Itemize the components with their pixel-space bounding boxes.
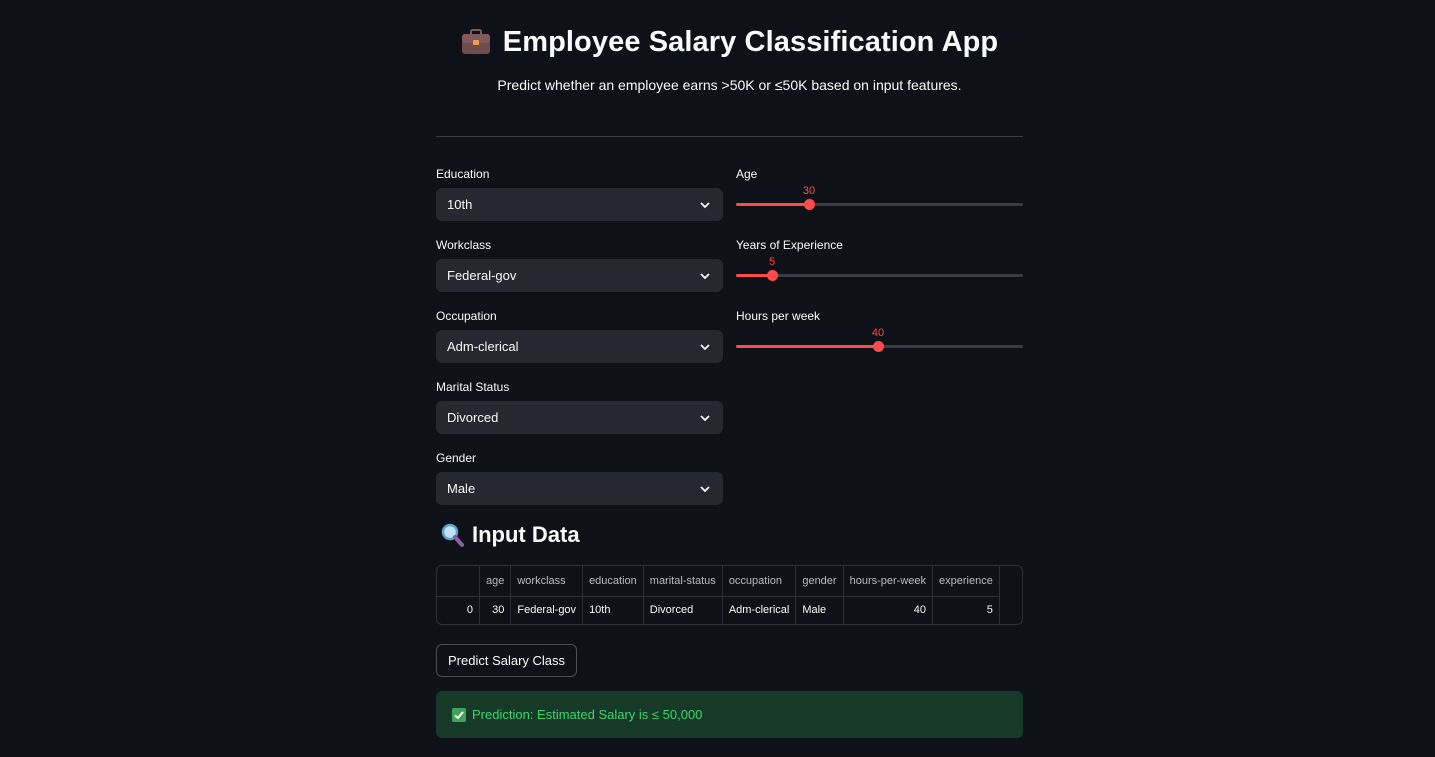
- experience-label: Years of Experience: [736, 238, 843, 252]
- predict-button[interactable]: Predict Salary Class: [436, 644, 578, 677]
- column-header[interactable]: gender: [795, 566, 844, 597]
- gender-field: Gender Male: [436, 451, 723, 521]
- marital-status-value: Divorced: [447, 410, 499, 425]
- chevron-down-icon: [700, 273, 710, 280]
- table-cell[interactable]: 40: [843, 596, 934, 624]
- slider-value: 30: [802, 185, 816, 197]
- slider-thumb[interactable]: [873, 341, 884, 352]
- column-header[interactable]: education: [582, 566, 644, 597]
- page-title: Employee Salary Classification App: [502, 26, 999, 58]
- education-value: 10th: [447, 197, 473, 212]
- slider-fill: [736, 203, 809, 206]
- input-data-heading: Input Data: [472, 522, 580, 547]
- slider-value: 40: [871, 327, 885, 339]
- experience-field: Years of Experience 5: [736, 238, 1023, 308]
- workclass-select[interactable]: Federal-gov: [436, 259, 723, 292]
- briefcase-icon: [461, 28, 490, 54]
- slider-thumb[interactable]: [804, 199, 815, 210]
- workclass-field: Workclass Federal-gov: [436, 238, 723, 308]
- table-row: 0 30 Federal-gov 10th Divorced Adm-cleri…: [437, 596, 1000, 624]
- slider-value: 5: [768, 256, 776, 268]
- education-select[interactable]: 10th: [436, 188, 723, 221]
- table-cell[interactable]: 10th: [582, 596, 644, 624]
- chevron-down-icon: [700, 486, 710, 493]
- slider-track: [736, 274, 1023, 277]
- table-cell[interactable]: 30: [479, 596, 512, 624]
- age-label: Age: [736, 167, 758, 181]
- magnifier-icon: [441, 523, 464, 547]
- experience-slider[interactable]: 5: [736, 252, 1023, 282]
- age-slider[interactable]: 30: [736, 181, 1023, 211]
- column-header[interactable]: occupation: [722, 566, 797, 597]
- table-cell[interactable]: Divorced: [643, 596, 723, 624]
- occupation-field: Occupation Adm-clerical: [436, 309, 723, 379]
- chevron-down-icon: [700, 415, 710, 422]
- table-cell[interactable]: Adm-clerical: [722, 596, 797, 624]
- hours-slider[interactable]: 40: [736, 323, 1023, 353]
- table-cell[interactable]: Federal-gov: [510, 596, 584, 624]
- prediction-alert: Prediction: Estimated Salary is ≤ 50,000: [436, 691, 1023, 738]
- check-icon: [452, 707, 466, 722]
- occupation-value: Adm-clerical: [447, 339, 519, 354]
- slider-fill: [736, 345, 878, 348]
- prediction-text: Prediction: Estimated Salary is ≤ 50,000: [472, 707, 703, 722]
- education-field: Education 10th: [436, 167, 723, 237]
- divider: [436, 136, 1023, 137]
- hours-field: Hours per week 40: [736, 309, 1023, 379]
- marital-status-label: Marital Status: [436, 380, 510, 394]
- gender-label: Gender: [436, 451, 477, 465]
- chevron-down-icon: [700, 202, 710, 209]
- slider-column: Age 30 Years of Experience 5 Hours per w…: [736, 166, 1023, 379]
- workclass-value: Federal-gov: [447, 268, 517, 283]
- input-data-heading-row: Input Data: [440, 522, 580, 548]
- table-cell[interactable]: 5: [932, 596, 1000, 624]
- gender-value: Male: [447, 481, 476, 496]
- table-header-row: age workclass education marital-status o…: [437, 566, 1000, 597]
- row-index: 0: [437, 596, 480, 624]
- occupation-select[interactable]: Adm-clerical: [436, 330, 723, 363]
- title-row: Employee Salary Classification App: [436, 26, 1023, 59]
- column-header[interactable]: workclass: [510, 566, 584, 597]
- column-header[interactable]: marital-status: [643, 566, 723, 597]
- marital-status-select[interactable]: Divorced: [436, 401, 723, 434]
- input-data-table[interactable]: age workclass education marital-status o…: [436, 565, 1023, 625]
- gender-select[interactable]: Male: [436, 472, 723, 505]
- education-label: Education: [436, 167, 490, 181]
- workclass-label: Workclass: [436, 238, 492, 252]
- slider-thumb[interactable]: [767, 270, 778, 281]
- data-grid: age workclass education marital-status o…: [437, 566, 1000, 624]
- column-header[interactable]: experience: [932, 566, 1000, 597]
- occupation-label: Occupation: [436, 309, 497, 323]
- chevron-down-icon: [700, 344, 710, 351]
- marital-status-field: Marital Status Divorced: [436, 380, 723, 450]
- select-column: Education 10th Workclass Federal-gov Occ…: [436, 166, 723, 521]
- column-header[interactable]: age: [479, 566, 512, 597]
- page-subtitle: Predict whether an employee earns >50K o…: [497, 77, 962, 93]
- hours-label: Hours per week: [736, 309, 821, 323]
- age-field: Age 30: [736, 167, 1023, 237]
- table-cell[interactable]: Male: [795, 596, 844, 624]
- column-header[interactable]: [437, 566, 480, 597]
- column-header[interactable]: hours-per-week: [843, 566, 934, 597]
